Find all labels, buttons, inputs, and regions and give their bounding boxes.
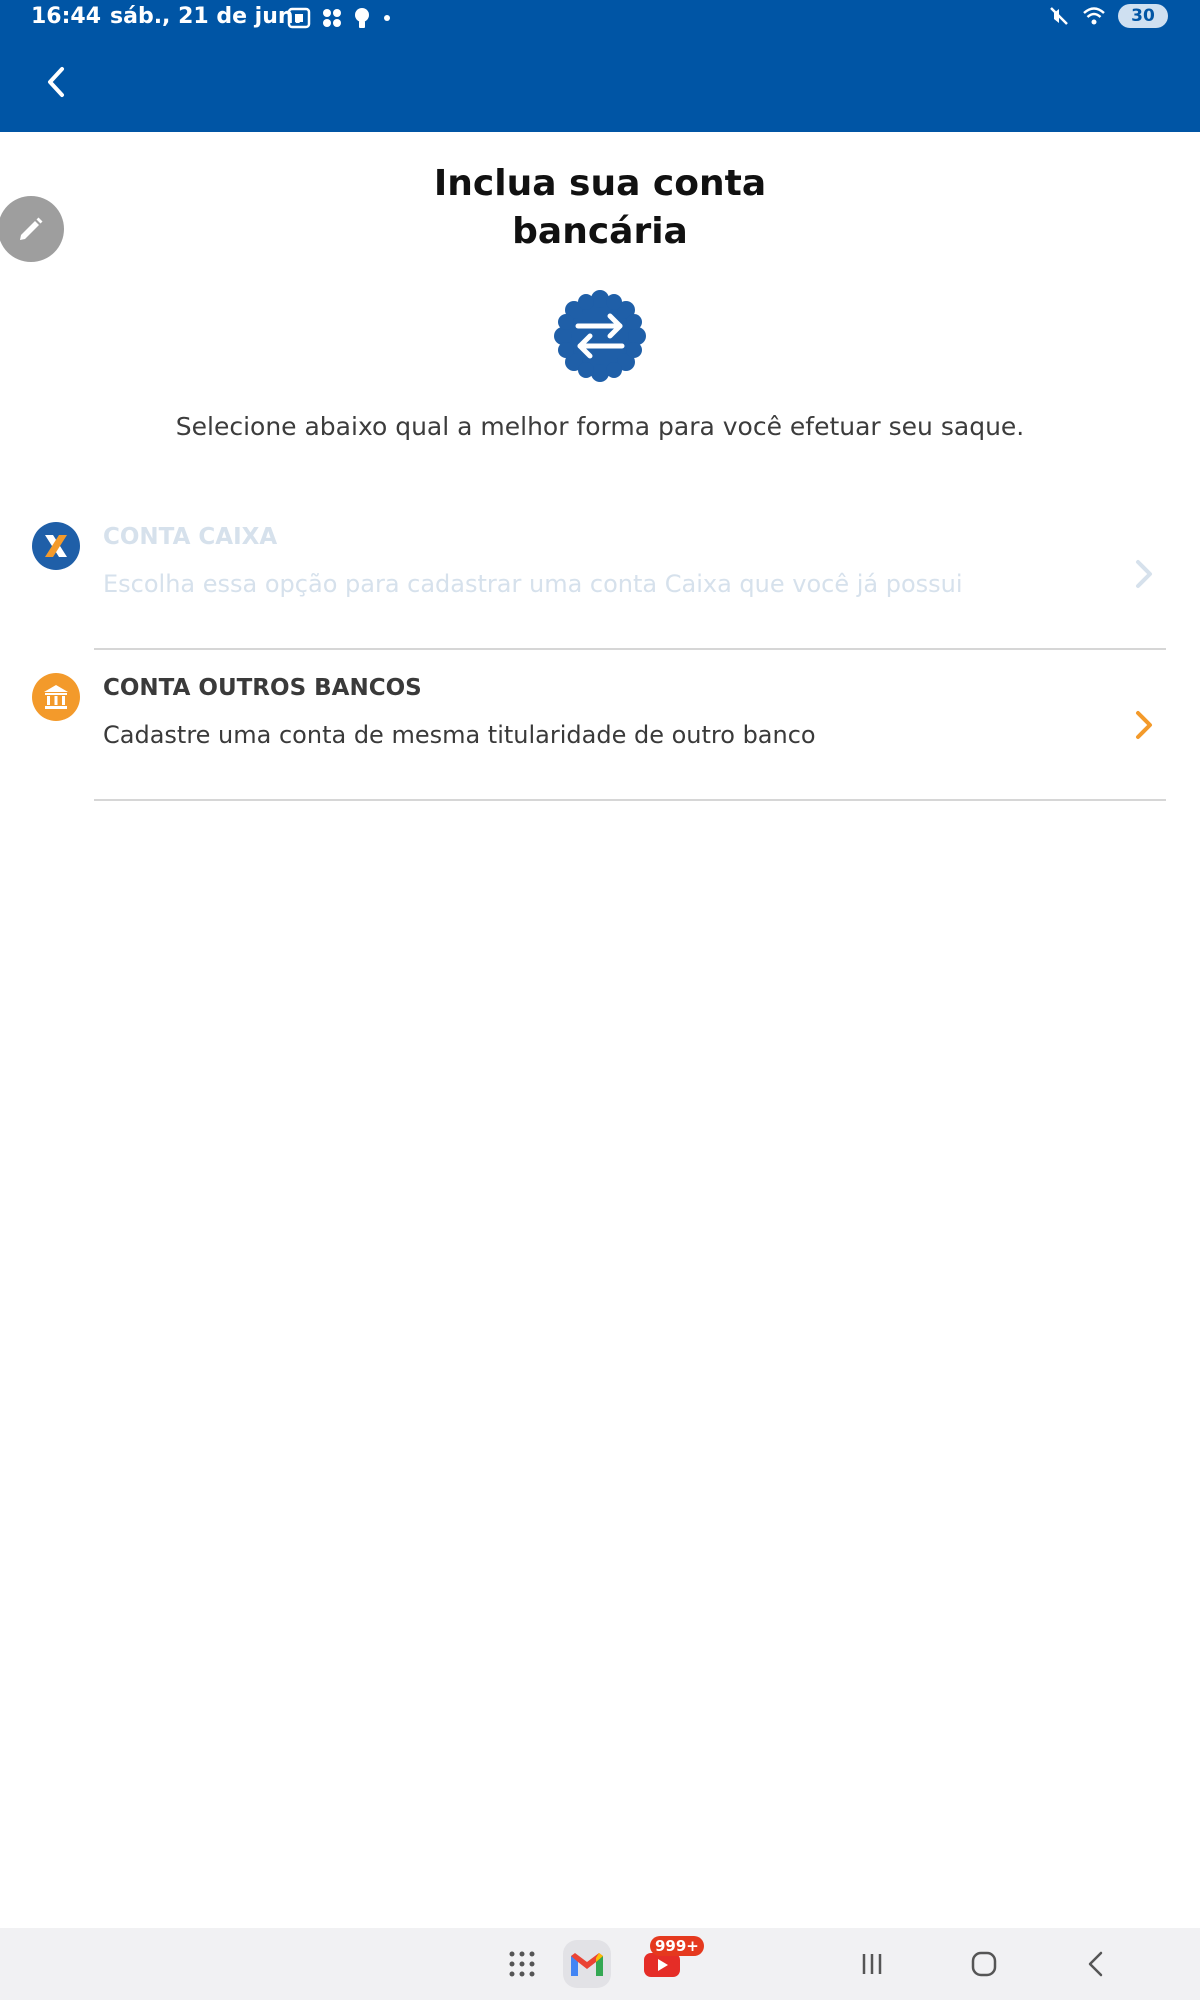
recent-apps-icon — [862, 1954, 882, 1974]
edit-button[interactable] — [0, 196, 64, 262]
dot-icon — [384, 15, 390, 21]
system-nav-bar: 999+ — [0, 1928, 1200, 2000]
bulb-icon — [355, 8, 369, 28]
status-icons-right: 30 — [1048, 4, 1168, 28]
option-title: CONTA CAIXA — [103, 524, 278, 550]
gmail-app-button[interactable] — [563, 1940, 611, 1988]
option-description: Cadastre uma conta de mesma titularidade… — [103, 721, 816, 749]
screenshot-icon — [287, 7, 311, 29]
option-description: Escolha essa opção para cadastrar uma co… — [103, 570, 963, 598]
page-title: Inclua sua conta bancária — [400, 160, 800, 256]
option-conta-caixa[interactable]: CONTA CAIXA Escolha essa opção para cada… — [0, 500, 1200, 650]
recent-apps-button[interactable] — [848, 1940, 896, 1988]
status-bar: 16:44 sáb., 21 de jun. 30 — [0, 0, 1200, 36]
chevron-right-icon — [1136, 560, 1152, 588]
chevron-right-icon — [1136, 711, 1152, 739]
back-icon — [1088, 1951, 1103, 1977]
back-button[interactable] — [34, 60, 78, 104]
system-back-button[interactable] — [1072, 1940, 1120, 1988]
bank-icon — [32, 673, 80, 721]
pencil-icon — [20, 217, 43, 240]
apps-grid-icon — [323, 9, 341, 27]
page-title-line-1: Inclua sua conta — [433, 163, 767, 204]
status-icons-left — [287, 6, 393, 30]
status-date: sáb., 21 de jun. — [110, 4, 302, 29]
mute-icon — [1050, 7, 1068, 25]
apps-grid-button[interactable] — [498, 1940, 546, 1988]
page-title-line-2: bancária — [512, 211, 688, 252]
divider — [94, 648, 1166, 650]
apps-grid-icon — [509, 1951, 535, 1977]
battery-icon: 30 — [1118, 4, 1168, 28]
status-time: 16:44 — [31, 4, 102, 29]
notification-badge: 999+ — [650, 1936, 704, 1956]
page-subtitle: Selecione abaixo qual a melhor forma par… — [175, 412, 1025, 441]
home-button[interactable] — [960, 1940, 1008, 1988]
home-icon — [971, 1951, 997, 1977]
option-conta-outros-bancos[interactable]: CONTA OUTROS BANCOS Cadastre uma conta d… — [0, 651, 1200, 801]
gmail-icon — [571, 1953, 603, 1976]
option-title: CONTA OUTROS BANCOS — [103, 675, 422, 701]
divider — [94, 799, 1166, 801]
wifi-icon — [1083, 7, 1105, 25]
swap-arrows-icon — [554, 290, 646, 382]
app-header: 16:44 sáb., 21 de jun. 30 — [0, 0, 1200, 132]
caixa-logo-icon — [32, 522, 80, 570]
chevron-left-icon — [48, 67, 64, 97]
bank-building-icon — [44, 685, 68, 709]
caixa-x-icon — [45, 535, 67, 557]
